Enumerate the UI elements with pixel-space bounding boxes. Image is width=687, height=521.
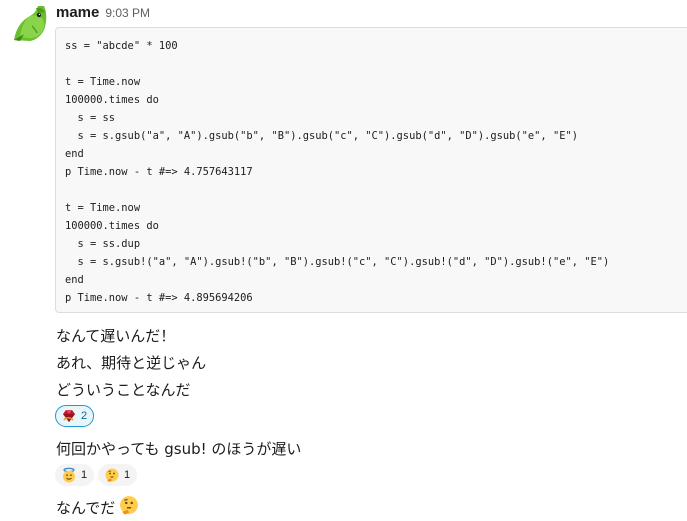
- message-text: なんでだ: [56, 499, 116, 517]
- code-line: s = s.gsub!("a", "A").gsub!("b", "B").gs…: [65, 256, 610, 268]
- reaction-thinking[interactable]: 1: [98, 464, 138, 486]
- timestamp[interactable]: 9:03 PM: [105, 6, 150, 20]
- code-line: ss = "abcde" * 100: [65, 40, 178, 52]
- message-text: あれ、期待と逆じゃん: [56, 354, 207, 372]
- thinking-face-icon: [105, 468, 119, 482]
- innocent-face-icon: [63, 467, 75, 483]
- code-line: t = Time.now: [65, 202, 141, 214]
- message-header: mame 9:03 PM: [56, 4, 150, 24]
- code-line: end: [65, 148, 84, 160]
- message-text: どういうことなんだ: [56, 381, 191, 399]
- green-parrot-avatar-icon: [10, 4, 48, 42]
- code-line: s = ss: [65, 112, 116, 124]
- code-line: end: [65, 274, 84, 286]
- thinking-face-icon: [118, 494, 140, 521]
- avatar[interactable]: [10, 4, 48, 42]
- author-name[interactable]: mame: [56, 4, 99, 21]
- message-container: mame 9:03 PM ss = "abcde" * 100 t = Time…: [0, 0, 687, 521]
- ruby-gem-icon: [63, 410, 75, 422]
- reaction-count: 1: [81, 469, 88, 481]
- code-line: p Time.now - t #=> 4.895694206: [65, 292, 253, 304]
- code-line: p Time.now - t #=> 4.757643117: [65, 166, 253, 178]
- code-line: s = s.gsub("a", "A").gsub("b", "B").gsub…: [65, 130, 578, 142]
- reaction-count: 1: [124, 469, 131, 481]
- code-line: t = Time.now: [65, 76, 141, 88]
- message-text: 何回かやっても gsub! のほうが遅い: [56, 440, 302, 458]
- code-line: s = ss.dup: [65, 238, 141, 250]
- code-line: 100000.times do: [65, 220, 159, 232]
- reaction-count: 2: [81, 410, 88, 422]
- code-block: ss = "abcde" * 100 t = Time.now 100000.t…: [55, 27, 687, 313]
- reaction-ruby[interactable]: 2: [55, 405, 95, 427]
- reaction-innocent[interactable]: 1: [55, 464, 95, 486]
- code-line: 100000.times do: [65, 94, 159, 106]
- message-text: なんて遅いんだ！: [56, 327, 176, 345]
